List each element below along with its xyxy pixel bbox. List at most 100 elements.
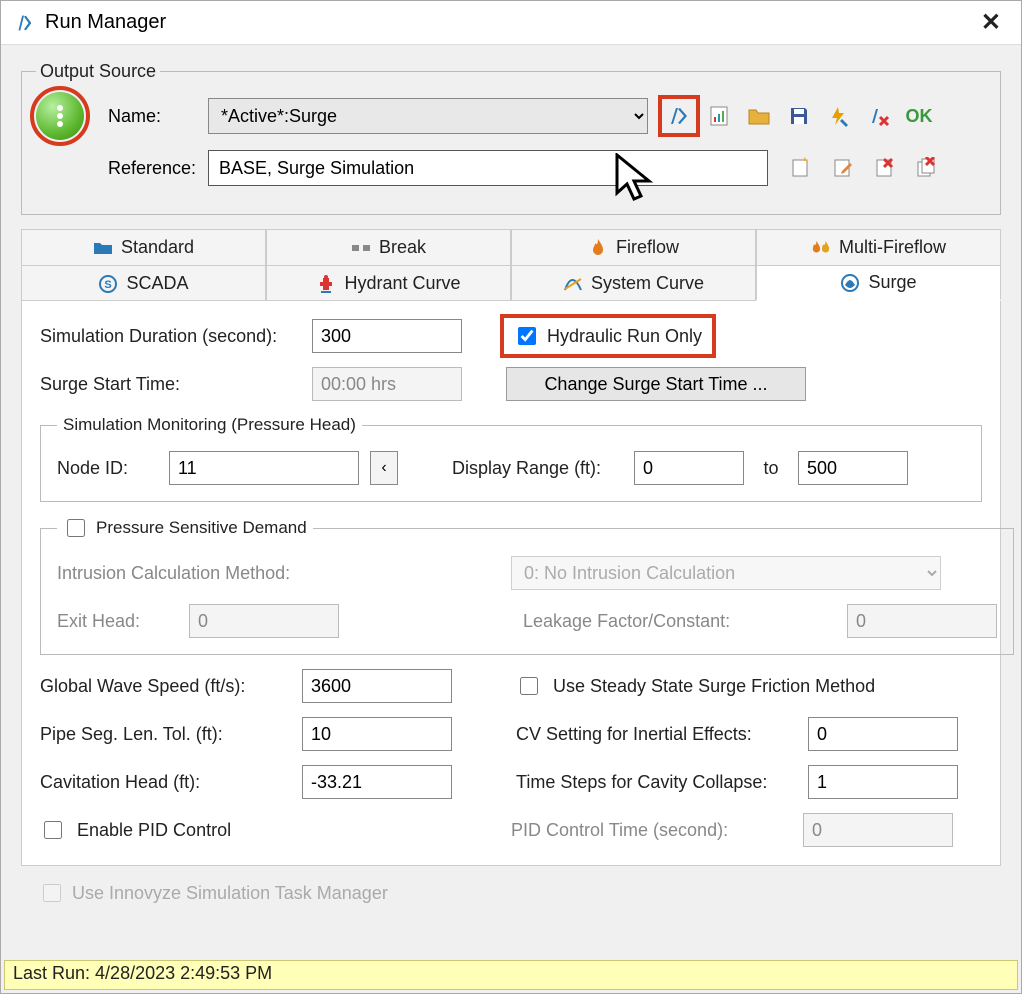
surge-start-display [312,367,462,401]
multi-flame-icon [811,238,831,258]
name-toolbar: OK [664,101,934,131]
pipe-seg-label: Pipe Seg. Len. Tol. (ft): [40,724,290,745]
cv-setting-label: CV Setting for Inertial Effects: [516,724,796,745]
tab-scada[interactable]: S SCADA [21,265,266,301]
tabs: Standard Break Fireflow Multi-Fireflow S… [21,229,1001,301]
delete-docs-icon[interactable] [912,153,942,183]
intrusion-label: Intrusion Calculation Method: [57,563,317,584]
ok-button[interactable]: OK [904,101,934,131]
tab-surge[interactable]: Surge [756,265,1001,301]
footer-options: Use Innovyze Simulation Task Manager [21,867,1001,919]
psd-legend: Pressure Sensitive Demand [57,516,313,540]
pid-time-label: PID Control Time (second): [511,820,791,841]
tab-label: Surge [868,272,916,293]
pid-time-input [803,813,953,847]
cavitation-head-input[interactable] [302,765,452,799]
tab-standard[interactable]: Standard [21,229,266,265]
pipe-seg-input[interactable] [302,717,452,751]
tab-label: Break [379,237,426,258]
tab-hydrant-curve[interactable]: Hydrant Curve [266,265,511,301]
tab-multi-fireflow[interactable]: Multi-Fireflow [756,229,1001,265]
save-icon[interactable] [784,101,814,131]
surge-start-label: Surge Start Time: [40,374,300,395]
psd-label: Pressure Sensitive Demand [96,518,307,538]
tab-fireflow[interactable]: Fireflow [511,229,756,265]
leakage-label: Leakage Factor/Constant: [523,611,753,632]
time-steps-label: Time Steps for Cavity Collapse: [516,772,796,793]
node-id-input[interactable] [169,451,359,485]
traffic-light-icon [36,92,84,140]
edit-doc-icon[interactable] [828,153,858,183]
scada-icon: S [98,274,118,294]
reference-toolbar [786,153,942,183]
tab-system-curve[interactable]: System Curve [511,265,756,301]
use-steady-checkbox[interactable] [520,677,538,695]
output-source-group: Output Source Name: *Active*:Surge [21,61,1001,215]
name-label: Name: [108,106,208,127]
enable-pid-checkbox[interactable] [44,821,62,839]
tool-x-icon[interactable] [864,101,894,131]
app-icon [13,12,35,34]
enable-pid-label: Enable PID Control [77,820,297,841]
svg-text:S: S [105,279,112,291]
display-range-to-input[interactable] [798,451,908,485]
use-innovyze-checkbox [43,884,61,902]
cavitation-head-label: Cavitation Head (ft): [40,772,290,793]
hydraulic-run-only-label: Hydraulic Run Only [547,326,702,347]
output-source-legend: Output Source [36,61,160,82]
name-select[interactable]: *Active*:Surge [208,98,648,134]
tab-label: SCADA [126,273,188,294]
node-id-label: Node ID: [57,458,157,479]
display-range-label: Display Range (ft): [452,458,622,479]
titlebar: Run Manager ✕ [1,1,1021,45]
hydrant-icon [316,274,336,294]
simulation-monitoring-legend: Simulation Monitoring (Pressure Head) [57,415,362,435]
pressure-sensitive-demand-group: Pressure Sensitive Demand Intrusion Calc… [40,516,1014,655]
report-icon[interactable] [704,101,734,131]
name-row: Name: *Active*:Surge [36,92,986,140]
delete-doc-icon[interactable] [870,153,900,183]
open-folder-icon[interactable] [744,101,774,131]
global-wave-label: Global Wave Speed (ft/s): [40,676,290,697]
node-id-picker-button[interactable]: ‹ [370,451,398,485]
folder-icon [93,238,113,258]
new-doc-icon[interactable] [786,153,816,183]
simulation-monitoring-group: Simulation Monitoring (Pressure Head) No… [40,415,982,502]
display-range-from-input[interactable] [634,451,744,485]
reference-label: Reference: [108,158,208,179]
tab-label: Hydrant Curve [344,273,460,294]
tab-label: Standard [121,237,194,258]
hydraulic-run-only-checkbox[interactable] [518,327,536,345]
window-title: Run Manager [45,11,973,34]
surge-panel: Simulation Duration (second): Hydraulic … [21,300,1001,866]
leakage-input [847,604,997,638]
close-button[interactable]: ✕ [973,8,1009,37]
content-area: Output Source Name: *Active*:Surge [1,45,1021,927]
run-tool-icon[interactable] [664,101,694,131]
status-bar: Last Run: 4/28/2023 2:49:53 PM [4,960,1018,990]
tab-label: Fireflow [616,237,679,258]
hydraulic-run-only-group: Hydraulic Run Only [506,320,710,352]
exit-head-label: Exit Head: [57,611,177,632]
cv-setting-input[interactable] [808,717,958,751]
sim-duration-label: Simulation Duration (second): [40,326,300,347]
curve-icon [563,274,583,294]
change-surge-start-button[interactable]: Change Surge Start Time ... [506,367,806,401]
time-steps-input[interactable] [808,765,958,799]
tab-label: Multi-Fireflow [839,237,946,258]
to-label: to [756,458,786,479]
last-run-label: Last Run: 4/28/2023 2:49:53 PM [13,963,272,983]
global-wave-input[interactable] [302,669,452,703]
exit-head-input [189,604,339,638]
break-icon [351,238,371,258]
reference-row: Reference: [36,150,986,186]
surge-icon [840,273,860,293]
psd-checkbox[interactable] [67,519,85,537]
reference-input[interactable] [208,150,768,186]
run-manager-window: Run Manager ✕ Output Source Name: *Activ… [0,0,1022,994]
sim-duration-input[interactable] [312,319,462,353]
status-icon-cell [36,92,108,140]
tab-break[interactable]: Break [266,229,511,265]
lightning-run-icon[interactable] [824,101,854,131]
tab-label: System Curve [591,273,704,294]
